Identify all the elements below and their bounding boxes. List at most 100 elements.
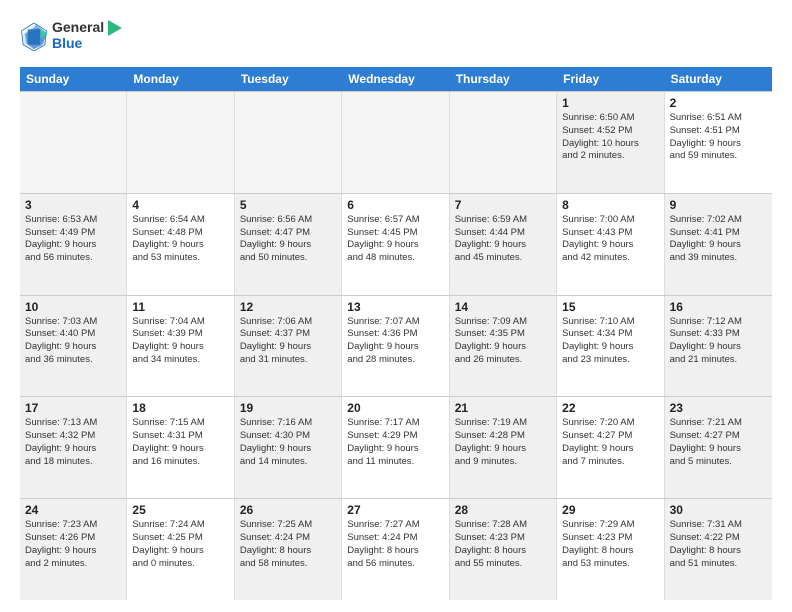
calendar-cell: 20 Sunrise: 7:17 AM Sunset: 4:29 PM Dayli… xyxy=(342,397,449,498)
calendar-cell: 25 Sunrise: 7:24 AM Sunset: 4:25 PM Dayli… xyxy=(127,499,234,600)
weekday-header: Monday xyxy=(127,67,234,91)
day-number: 28 xyxy=(455,503,551,517)
calendar-row: 10 Sunrise: 7:03 AM Sunset: 4:40 PM Dayli… xyxy=(20,295,772,397)
day-number: 30 xyxy=(670,503,767,517)
page: General Blue SundayMondayTuesdayWednesda… xyxy=(0,0,792,612)
day-number: 3 xyxy=(25,198,121,212)
cell-info: Sunrise: 7:31 AM Sunset: 4:22 PM Dayligh… xyxy=(670,519,767,570)
day-number: 6 xyxy=(347,198,443,212)
calendar-row: 24 Sunrise: 7:23 AM Sunset: 4:26 PM Dayli… xyxy=(20,498,772,600)
calendar-cell: 15Sunrise: 7:10 AM Sunset: 4:34 PM Dayli… xyxy=(557,296,664,397)
calendar-cell: 4Sunrise: 6:54 AM Sunset: 4:48 PM Daylig… xyxy=(127,194,234,295)
cell-info: Sunrise: 7:03 AM Sunset: 4:40 PM Dayligh… xyxy=(25,316,121,367)
calendar: SundayMondayTuesdayWednesdayThursdayFrid… xyxy=(20,67,772,600)
calendar-cell xyxy=(235,92,342,193)
day-number: 5 xyxy=(240,198,336,212)
calendar-cell: 19 Sunrise: 7:16 AM Sunset: 4:30 PM Dayli… xyxy=(235,397,342,498)
cell-info: Sunrise: 7:24 AM Sunset: 4:25 PM Dayligh… xyxy=(132,519,228,570)
calendar-cell xyxy=(20,92,127,193)
logo-svg: General Blue xyxy=(52,16,122,52)
calendar-cell: 3 Sunrise: 6:53 AM Sunset: 4:49 PM Daylig… xyxy=(20,194,127,295)
cell-info: Sunrise: 7:28 AM Sunset: 4:23 PM Dayligh… xyxy=(455,519,551,570)
day-number: 1 xyxy=(562,96,658,110)
calendar-cell: 7 Sunrise: 6:59 AM Sunset: 4:44 PM Daylig… xyxy=(450,194,557,295)
calendar-cell: 1 Sunrise: 6:50 AM Sunset: 4:52 PM Daylig… xyxy=(557,92,664,193)
day-number: 10 xyxy=(25,300,121,314)
cell-info: Sunrise: 7:06 AM Sunset: 4:37 PM Dayligh… xyxy=(240,316,336,367)
calendar-cell xyxy=(450,92,557,193)
calendar-cell: 11 Sunrise: 7:04 AM Sunset: 4:39 PM Dayli… xyxy=(127,296,234,397)
weekday-header: Wednesday xyxy=(342,67,449,91)
cell-info: Sunrise: 7:25 AM Sunset: 4:24 PM Dayligh… xyxy=(240,519,336,570)
cell-info: Sunrise: 7:12 AM Sunset: 4:33 PM Dayligh… xyxy=(670,316,767,367)
cell-info: Sunrise: 7:13 AM Sunset: 4:32 PM Dayligh… xyxy=(25,417,121,468)
calendar-cell: 23 Sunrise: 7:21 AM Sunset: 4:27 PM Dayli… xyxy=(665,397,772,498)
day-number: 9 xyxy=(670,198,767,212)
calendar-cell: 13Sunrise: 7:07 AM Sunset: 4:36 PM Dayli… xyxy=(342,296,449,397)
cell-info: Sunrise: 7:27 AM Sunset: 4:24 PM Dayligh… xyxy=(347,519,443,570)
day-number: 18 xyxy=(132,401,228,415)
calendar-cell: 5 Sunrise: 6:56 AM Sunset: 4:47 PM Daylig… xyxy=(235,194,342,295)
day-number: 23 xyxy=(670,401,767,415)
header: General Blue xyxy=(20,16,772,57)
calendar-cell: 2Sunrise: 6:51 AM Sunset: 4:51 PM Daylig… xyxy=(665,92,772,193)
calendar-row: 17Sunrise: 7:13 AM Sunset: 4:32 PM Dayli… xyxy=(20,396,772,498)
calendar-cell: 10 Sunrise: 7:03 AM Sunset: 4:40 PM Dayli… xyxy=(20,296,127,397)
cell-info: Sunrise: 6:50 AM Sunset: 4:52 PM Dayligh… xyxy=(562,112,658,163)
day-number: 20 xyxy=(347,401,443,415)
cell-info: Sunrise: 6:56 AM Sunset: 4:47 PM Dayligh… xyxy=(240,214,336,265)
day-number: 8 xyxy=(562,198,658,212)
cell-info: Sunrise: 6:57 AM Sunset: 4:45 PM Dayligh… xyxy=(347,214,443,265)
calendar-cell xyxy=(127,92,234,193)
calendar-body: 1 Sunrise: 6:50 AM Sunset: 4:52 PM Daylig… xyxy=(20,91,772,600)
calendar-header: SundayMondayTuesdayWednesdayThursdayFrid… xyxy=(20,67,772,91)
cell-info: Sunrise: 7:21 AM Sunset: 4:27 PM Dayligh… xyxy=(670,417,767,468)
day-number: 13 xyxy=(347,300,443,314)
weekday-header: Sunday xyxy=(20,67,127,91)
calendar-cell: 27Sunrise: 7:27 AM Sunset: 4:24 PM Dayli… xyxy=(342,499,449,600)
calendar-cell: 24 Sunrise: 7:23 AM Sunset: 4:26 PM Dayli… xyxy=(20,499,127,600)
cell-info: Sunrise: 7:23 AM Sunset: 4:26 PM Dayligh… xyxy=(25,519,121,570)
svg-text:Blue: Blue xyxy=(52,35,83,51)
calendar-cell: 17Sunrise: 7:13 AM Sunset: 4:32 PM Dayli… xyxy=(20,397,127,498)
cell-info: Sunrise: 7:02 AM Sunset: 4:41 PM Dayligh… xyxy=(670,214,767,265)
calendar-cell xyxy=(342,92,449,193)
cell-info: Sunrise: 7:16 AM Sunset: 4:30 PM Dayligh… xyxy=(240,417,336,468)
day-number: 7 xyxy=(455,198,551,212)
svg-text:General: General xyxy=(52,19,104,35)
day-number: 19 xyxy=(240,401,336,415)
day-number: 15 xyxy=(562,300,658,314)
cell-info: Sunrise: 7:15 AM Sunset: 4:31 PM Dayligh… xyxy=(132,417,228,468)
calendar-cell: 14Sunrise: 7:09 AM Sunset: 4:35 PM Dayli… xyxy=(450,296,557,397)
day-number: 22 xyxy=(562,401,658,415)
cell-info: Sunrise: 6:53 AM Sunset: 4:49 PM Dayligh… xyxy=(25,214,121,265)
day-number: 11 xyxy=(132,300,228,314)
calendar-cell: 28 Sunrise: 7:28 AM Sunset: 4:23 PM Dayli… xyxy=(450,499,557,600)
cell-info: Sunrise: 7:20 AM Sunset: 4:27 PM Dayligh… xyxy=(562,417,658,468)
cell-info: Sunrise: 6:54 AM Sunset: 4:48 PM Dayligh… xyxy=(132,214,228,265)
cell-info: Sunrise: 7:04 AM Sunset: 4:39 PM Dayligh… xyxy=(132,316,228,367)
cell-info: Sunrise: 6:51 AM Sunset: 4:51 PM Dayligh… xyxy=(670,112,767,163)
day-number: 16 xyxy=(670,300,767,314)
day-number: 24 xyxy=(25,503,121,517)
calendar-cell: 22 Sunrise: 7:20 AM Sunset: 4:27 PM Dayli… xyxy=(557,397,664,498)
calendar-cell: 26 Sunrise: 7:25 AM Sunset: 4:24 PM Dayli… xyxy=(235,499,342,600)
calendar-cell: 30 Sunrise: 7:31 AM Sunset: 4:22 PM Dayli… xyxy=(665,499,772,600)
calendar-cell: 29Sunrise: 7:29 AM Sunset: 4:23 PM Dayli… xyxy=(557,499,664,600)
day-number: 25 xyxy=(132,503,228,517)
weekday-header: Saturday xyxy=(665,67,772,91)
calendar-cell: 18 Sunrise: 7:15 AM Sunset: 4:31 PM Dayli… xyxy=(127,397,234,498)
calendar-row: 3 Sunrise: 6:53 AM Sunset: 4:49 PM Daylig… xyxy=(20,193,772,295)
cell-info: Sunrise: 7:19 AM Sunset: 4:28 PM Dayligh… xyxy=(455,417,551,468)
calendar-cell: 16 Sunrise: 7:12 AM Sunset: 4:33 PM Dayli… xyxy=(665,296,772,397)
logo: General Blue xyxy=(20,16,122,57)
calendar-cell: 6 Sunrise: 6:57 AM Sunset: 4:45 PM Daylig… xyxy=(342,194,449,295)
cell-info: Sunrise: 7:29 AM Sunset: 4:23 PM Dayligh… xyxy=(562,519,658,570)
calendar-cell: 9 Sunrise: 7:02 AM Sunset: 4:41 PM Daylig… xyxy=(665,194,772,295)
weekday-header: Friday xyxy=(557,67,664,91)
cell-info: Sunrise: 7:17 AM Sunset: 4:29 PM Dayligh… xyxy=(347,417,443,468)
calendar-cell: 21Sunrise: 7:19 AM Sunset: 4:28 PM Dayli… xyxy=(450,397,557,498)
cell-info: Sunrise: 7:09 AM Sunset: 4:35 PM Dayligh… xyxy=(455,316,551,367)
day-number: 26 xyxy=(240,503,336,517)
cell-info: Sunrise: 6:59 AM Sunset: 4:44 PM Dayligh… xyxy=(455,214,551,265)
